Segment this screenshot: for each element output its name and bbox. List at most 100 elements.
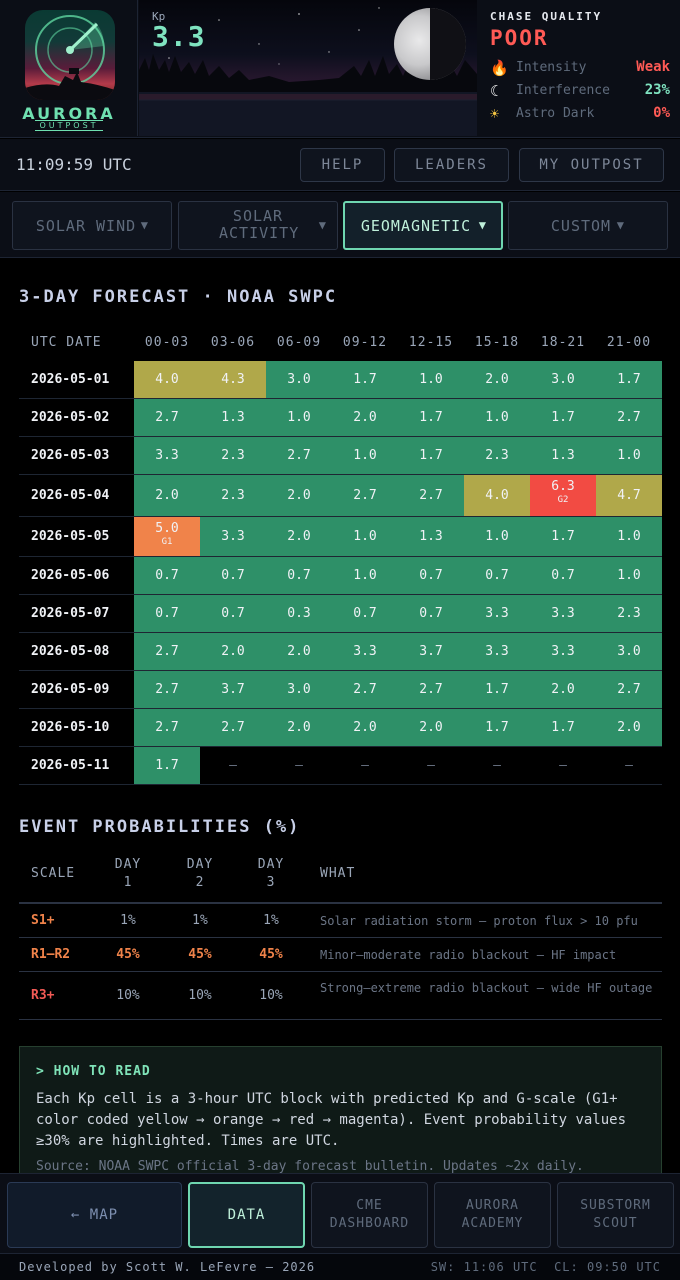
kp-cell-value: –	[361, 758, 369, 773]
kp-cell-value: 2.7	[155, 682, 179, 697]
kp-cell-value: 1.0	[353, 448, 377, 463]
kp-cell: 3.7	[200, 671, 266, 708]
kp-cell: 1.0	[398, 361, 464, 398]
tab-solar-activity[interactable]: SOLAR ACTIVITY ▼	[178, 201, 338, 250]
kp-cell-value: –	[427, 758, 435, 773]
kp-cell: 1.0	[332, 557, 398, 594]
tab-solar-wind[interactable]: SOLAR WIND ▼	[12, 201, 172, 250]
kp-cell: 1.7	[530, 709, 596, 746]
kp-cell: 3.3	[530, 595, 596, 632]
app-header: AURORA OUTPOST Kp 3.3 CHASE QUALITY POOR…	[0, 0, 680, 138]
forecast-date: 2026-05-09	[31, 682, 110, 697]
probability-value: 1%	[192, 913, 208, 928]
kp-cell-value: 3.3	[221, 529, 245, 544]
my-outpost-button[interactable]: MY OUTPOST	[519, 148, 664, 182]
kp-cell: 2.7	[332, 475, 398, 516]
kp-cell-value: 2.0	[287, 529, 311, 544]
tab-geomagnetic[interactable]: GEOMAGNETIC ▼	[343, 201, 503, 250]
kp-cell: –	[464, 747, 530, 784]
kp-cell: 3.0	[530, 361, 596, 398]
kp-cell: 1.3	[530, 437, 596, 474]
kp-cell: 1.7	[134, 747, 200, 784]
probabilities-title: EVENT PROBABILITIES (%)	[19, 817, 301, 837]
radar-logo-icon	[25, 10, 115, 100]
forecast-date: 2026-05-07	[31, 606, 110, 621]
kp-cell-value: 3.3	[485, 606, 509, 621]
kp-cell-value: 1.0	[353, 568, 377, 583]
kp-cell-value: 1.7	[419, 410, 443, 425]
kp-cell: 2.3	[596, 595, 662, 632]
kp-cell: 0.3	[266, 595, 332, 632]
kp-cell: 2.0	[530, 671, 596, 708]
kp-cell-value: 1.0	[419, 372, 443, 387]
kp-cell: –	[596, 747, 662, 784]
kp-cell-value: 1.0	[485, 410, 509, 425]
probability-value: 10%	[116, 988, 140, 1003]
forecast-header-col: 03-06	[210, 335, 256, 350]
tab-custom[interactable]: CUSTOM ▼	[508, 201, 668, 250]
data-button[interactable]: DATA	[188, 1182, 305, 1248]
kp-cell: –	[530, 747, 596, 784]
kp-cell: 4.0	[464, 475, 530, 516]
kp-cell: 3.0	[266, 671, 332, 708]
kp-cell: 3.3	[200, 517, 266, 556]
kp-cell: 3.0	[266, 361, 332, 398]
kp-cell: –	[266, 747, 332, 784]
kp-cell-value: –	[229, 758, 237, 773]
aurora-academy-button[interactable]: AURORA ACADEMY	[434, 1182, 551, 1248]
kp-cell-value: 2.7	[419, 682, 443, 697]
kp-cell-value: 4.0	[485, 488, 509, 503]
kp-cell-value: 2.7	[419, 488, 443, 503]
chevron-down-icon: ▼	[616, 218, 625, 232]
kp-cell-value: 2.0	[485, 372, 509, 387]
sky-scene: Kp 3.3	[139, 0, 477, 136]
substorm-scout-button[interactable]: SUBSTORM SCOUT	[557, 1182, 674, 1248]
kp-cell-value: 4.7	[617, 488, 641, 503]
logo[interactable]: AURORA OUTPOST	[0, 0, 138, 136]
kp-cell-value: 0.7	[221, 568, 245, 583]
kp-cell: 2.7	[134, 633, 200, 670]
kp-cell: 2.3	[464, 437, 530, 474]
kp-cell-value: 1.0	[617, 568, 641, 583]
toolbar: 11:09:59 UTC HELP LEADERS MY OUTPOST	[0, 139, 680, 191]
kp-cell: 0.7	[200, 557, 266, 594]
kp-cell-value: 2.7	[617, 410, 641, 425]
kp-cell: 3.7	[398, 633, 464, 670]
kp-cell-value: –	[295, 758, 303, 773]
kp-cell-value: 2.7	[155, 410, 179, 425]
kp-cell-value: 1.7	[485, 720, 509, 735]
kp-cell-value: 3.3	[353, 644, 377, 659]
kp-cell: 4.7	[596, 475, 662, 516]
kp-cell: 1.3	[200, 399, 266, 436]
kp-cell: 6.3 G2	[530, 475, 596, 516]
kp-cell-value: 3.0	[287, 682, 311, 697]
kp-cell: 1.0	[596, 437, 662, 474]
kp-cell: 2.7	[596, 399, 662, 436]
probability-row: R3+ 10% 10% 10% Strong–extreme radio blackou…	[19, 972, 662, 1020]
forecast-row: 2026-05-09 2.7 3.7 3.0 2.7 2.7 1.7 2.0 2.7	[19, 671, 662, 709]
kp-cell: 2.3	[200, 437, 266, 474]
probability-scale: R3+	[31, 988, 55, 1003]
cme-dashboard-button[interactable]: CME DASHBOARD	[311, 1182, 428, 1248]
category-tabs: SOLAR WIND ▼ SOLAR ACTIVITY ▼ GEOMAGNETI…	[0, 192, 680, 258]
kp-cell: 2.7	[134, 399, 200, 436]
kp-cell: 2.7	[332, 671, 398, 708]
kp-cell: 2.3	[200, 475, 266, 516]
forecast-row: 2026-05-05 5.0 G1 3.3 2.0 1.0 1.3 1.0 1.7 1.0	[19, 517, 662, 557]
kp-cell: 1.7	[596, 361, 662, 398]
leaders-button[interactable]: LEADERS	[394, 148, 509, 182]
kp-cell-value: 2.0	[287, 644, 311, 659]
chevron-down-icon: ▼	[318, 218, 327, 232]
kp-cell: 1.0	[332, 517, 398, 556]
utc-clock: 11:09:59 UTC	[16, 155, 132, 174]
forecast-date: 2026-05-06	[31, 568, 110, 583]
intensity-row: 🔥 Intensity Weak	[490, 58, 670, 78]
kp-cell-value: –	[625, 758, 633, 773]
probability-description: Minor–moderate radio blackout — HF impac…	[320, 948, 617, 962]
kp-cell-value: 2.0	[617, 720, 641, 735]
map-button[interactable]: ← MAP	[7, 1182, 182, 1248]
help-button[interactable]: HELP	[300, 148, 385, 182]
footer: Developed by Scott W. LeFevre — 2026 SW:…	[0, 1253, 680, 1280]
kp-cell-value: 3.3	[551, 606, 575, 621]
forecast-row: 2026-05-03 3.3 2.3 2.7 1.0 1.7 2.3 1.3 1.0	[19, 437, 662, 475]
